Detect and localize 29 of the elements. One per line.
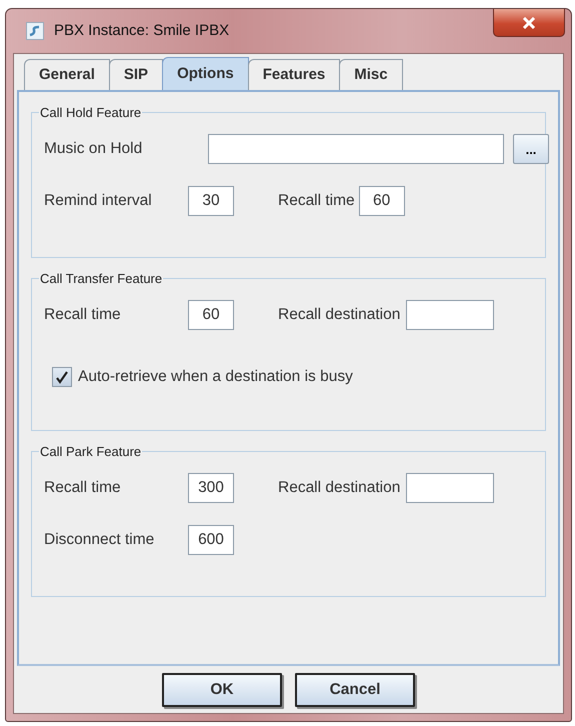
browse-button[interactable]: ... — [513, 134, 549, 164]
field-label: Recall destination — [278, 478, 402, 498]
tab[interactable]: Misc — [339, 59, 403, 90]
field-label: Remind interval — [44, 191, 153, 212]
input-field[interactable]: 300 — [188, 473, 234, 503]
close-icon — [522, 16, 536, 28]
field-label: Music on Hold — [44, 139, 144, 160]
tab[interactable]: Options — [162, 57, 249, 90]
input-field[interactable] — [208, 134, 504, 164]
input-field[interactable]: 60 — [358, 186, 405, 216]
input-field[interactable]: 600 — [188, 525, 234, 555]
field-label: Recall time — [44, 478, 122, 498]
tab[interactable]: Features — [248, 59, 340, 90]
field-label: Recall time — [44, 305, 122, 326]
dialog-button[interactable]: Cancel — [295, 672, 415, 706]
field-label: Recall time — [278, 191, 356, 212]
input-field[interactable] — [406, 473, 494, 503]
input-field[interactable]: 60 — [188, 300, 234, 330]
dialog-button[interactable]: OK — [162, 672, 282, 706]
window-title: PBX Instance: Smile IPBX — [54, 20, 230, 41]
input-field[interactable] — [406, 300, 494, 330]
close-button[interactable] — [493, 9, 565, 37]
checkbox-label: Auto-retrieve when a destination is busy — [78, 367, 354, 388]
field-label: Disconnect time — [44, 530, 156, 550]
checkbox[interactable] — [52, 367, 72, 387]
tab[interactable]: General — [24, 59, 110, 90]
app-icon — [26, 22, 44, 40]
field-label: Recall destination — [278, 305, 402, 326]
input-field[interactable]: 30 — [188, 186, 234, 216]
